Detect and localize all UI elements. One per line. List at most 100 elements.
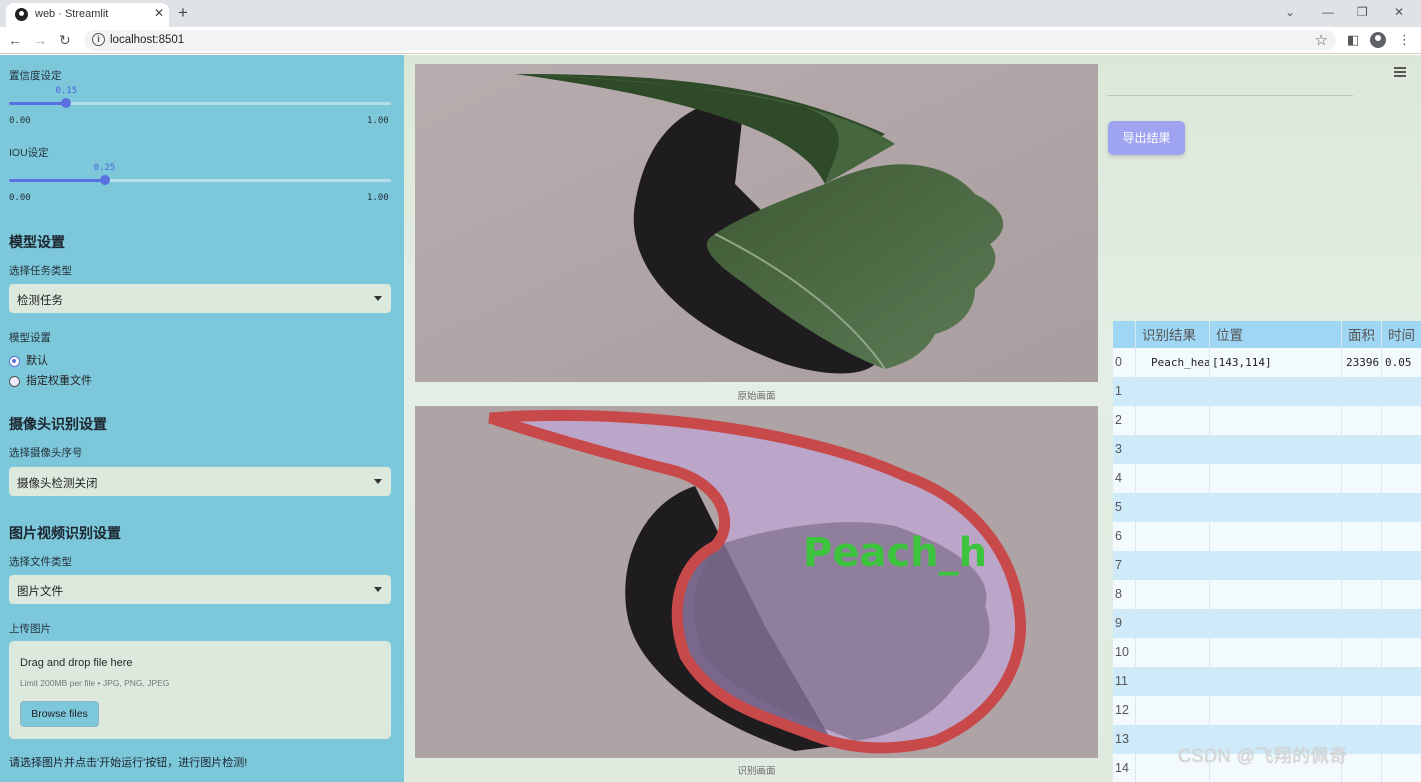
confidence-slider[interactable] xyxy=(9,98,391,108)
export-results-button[interactable]: 导出结果 xyxy=(1108,121,1185,155)
row-time xyxy=(1382,754,1421,782)
row-time xyxy=(1382,580,1421,609)
dropzone-limit: Limit 200MB per file • JPG, PNG, JPEG xyxy=(20,678,170,688)
confidence-slider-thumb[interactable] xyxy=(61,98,72,108)
task-type-value: 检测任务 xyxy=(17,295,63,307)
table-row[interactable]: 2 xyxy=(1113,406,1421,435)
row-index: 8 xyxy=(1113,580,1136,609)
row-result xyxy=(1136,667,1210,696)
row-area xyxy=(1342,638,1382,667)
iou-max: 1.00 xyxy=(367,193,389,203)
task-type-select[interactable]: 检测任务 xyxy=(9,284,391,313)
window-minimize-button[interactable]: — xyxy=(1322,5,1334,19)
file-type-select[interactable]: 图片文件 xyxy=(9,575,391,604)
watermark: CSDN @飞翔的佩奇 xyxy=(1178,746,1348,766)
table-row[interactable]: 12 xyxy=(1113,696,1421,725)
file-dropzone[interactable]: Drag and drop file here Limit 200MB per … xyxy=(9,641,391,739)
row-result xyxy=(1136,435,1210,464)
table-row[interactable]: 10 xyxy=(1113,638,1421,667)
row-time xyxy=(1382,377,1421,406)
url-field[interactable]: i localhost:8501 ☆ xyxy=(84,30,1336,51)
iou-slider-thumb[interactable] xyxy=(99,175,110,185)
table-row[interactable]: 8 xyxy=(1113,580,1421,609)
site-info-icon[interactable]: i xyxy=(92,33,105,46)
row-time: 0.05 xyxy=(1385,356,1412,369)
row-index: 7 xyxy=(1113,551,1136,580)
row-area xyxy=(1342,580,1382,609)
table-row[interactable]: 0Peach_healthy[143,114]233960.05 xyxy=(1113,348,1421,377)
radio-default[interactable]: 默认 xyxy=(9,352,48,368)
table-row[interactable]: 3 xyxy=(1113,435,1421,464)
radio-selected-icon xyxy=(9,355,20,367)
tab-close-icon[interactable]: ✕ xyxy=(154,6,164,20)
hamburger-menu-icon[interactable] xyxy=(1394,67,1406,79)
address-bar-row: ← → ↻ i localhost:8501 ☆ ◧ ⋮ xyxy=(0,27,1421,54)
tab-search-icon[interactable]: ⌄ xyxy=(1285,5,1295,19)
header-index[interactable] xyxy=(1113,321,1136,350)
row-area xyxy=(1342,696,1382,725)
row-index: 12 xyxy=(1113,696,1136,725)
row-area xyxy=(1342,377,1382,406)
results-table[interactable]: 识别结果 位置 面积 时间 0Peach_healthy[143,114]233… xyxy=(1113,321,1421,782)
row-result xyxy=(1136,609,1210,638)
row-position xyxy=(1210,435,1342,464)
row-result xyxy=(1136,464,1210,493)
window-close-button[interactable]: ✕ xyxy=(1394,5,1404,19)
profile-avatar-icon[interactable] xyxy=(1370,32,1386,48)
table-row[interactable]: 5 xyxy=(1113,493,1421,522)
row-area xyxy=(1342,551,1382,580)
window-restore-button[interactable]: ❐ xyxy=(1357,5,1368,19)
header-time[interactable]: 时间 xyxy=(1382,321,1421,350)
table-row[interactable]: 6 xyxy=(1113,522,1421,551)
side-panel-icon[interactable]: ◧ xyxy=(1347,32,1359,48)
new-tab-button[interactable]: + xyxy=(178,3,188,23)
reload-icon[interactable]: ↻ xyxy=(59,31,71,49)
file-type-value: 图片文件 xyxy=(17,586,63,598)
row-area xyxy=(1342,493,1382,522)
iou-slider-fill xyxy=(9,179,105,182)
radio-custom-weights[interactable]: 指定权重文件 xyxy=(9,372,92,388)
header-position[interactable]: 位置 xyxy=(1210,321,1342,350)
header-area[interactable]: 面积 xyxy=(1342,321,1382,350)
model-settings-heading: 模型设置 xyxy=(9,234,65,250)
row-index: 3 xyxy=(1113,435,1136,464)
browser-tab[interactable]: web · Streamlit ✕ xyxy=(6,3,169,27)
model-setting-label: 模型设置 xyxy=(9,332,51,344)
row-result: Peach_healthy xyxy=(1136,348,1210,377)
camera-select-value: 摄像头检测关闭 xyxy=(17,478,98,490)
row-area xyxy=(1342,609,1382,638)
bookmark-star-icon[interactable]: ☆ xyxy=(1315,31,1328,49)
row-position xyxy=(1210,638,1342,667)
confidence-slider-fill xyxy=(9,102,67,105)
table-row[interactable]: 9 xyxy=(1113,609,1421,638)
header-result[interactable]: 识别结果 xyxy=(1136,321,1210,350)
back-arrow-icon[interactable]: ← xyxy=(8,31,22,49)
camera-settings-heading: 摄像头识别设置 xyxy=(9,416,107,432)
iou-value: 0.25 xyxy=(93,163,116,173)
row-area xyxy=(1342,464,1382,493)
row-position xyxy=(1210,667,1342,696)
browser-menu-icon[interactable]: ⋮ xyxy=(1398,32,1411,48)
row-position xyxy=(1210,377,1342,406)
detected-image: Peach_h xyxy=(415,406,1098,758)
camera-select-label: 选择摄像头序号 xyxy=(9,447,83,459)
table-row[interactable]: 4 xyxy=(1113,464,1421,493)
task-type-label: 选择任务类型 xyxy=(9,265,72,277)
row-area xyxy=(1342,435,1382,464)
table-row[interactable]: 7 xyxy=(1113,551,1421,580)
forward-arrow-icon[interactable]: → xyxy=(33,31,47,49)
browse-files-button[interactable]: Browse files xyxy=(20,701,99,727)
detected-image-caption: 识别画面 xyxy=(737,766,776,777)
row-position xyxy=(1210,551,1342,580)
upload-label: 上传图片 xyxy=(9,623,51,635)
row-time xyxy=(1382,435,1421,464)
row-index: 0 xyxy=(1113,348,1136,377)
dropzone-title: Drag and drop file here xyxy=(20,657,133,669)
table-row[interactable]: 11 xyxy=(1113,667,1421,696)
row-time xyxy=(1382,522,1421,551)
iou-slider[interactable] xyxy=(9,175,391,185)
table-row[interactable]: 1 xyxy=(1113,377,1421,406)
row-position: [143,114] xyxy=(1210,348,1342,377)
camera-select[interactable]: 摄像头检测关闭 xyxy=(9,467,391,496)
row-result xyxy=(1136,580,1210,609)
